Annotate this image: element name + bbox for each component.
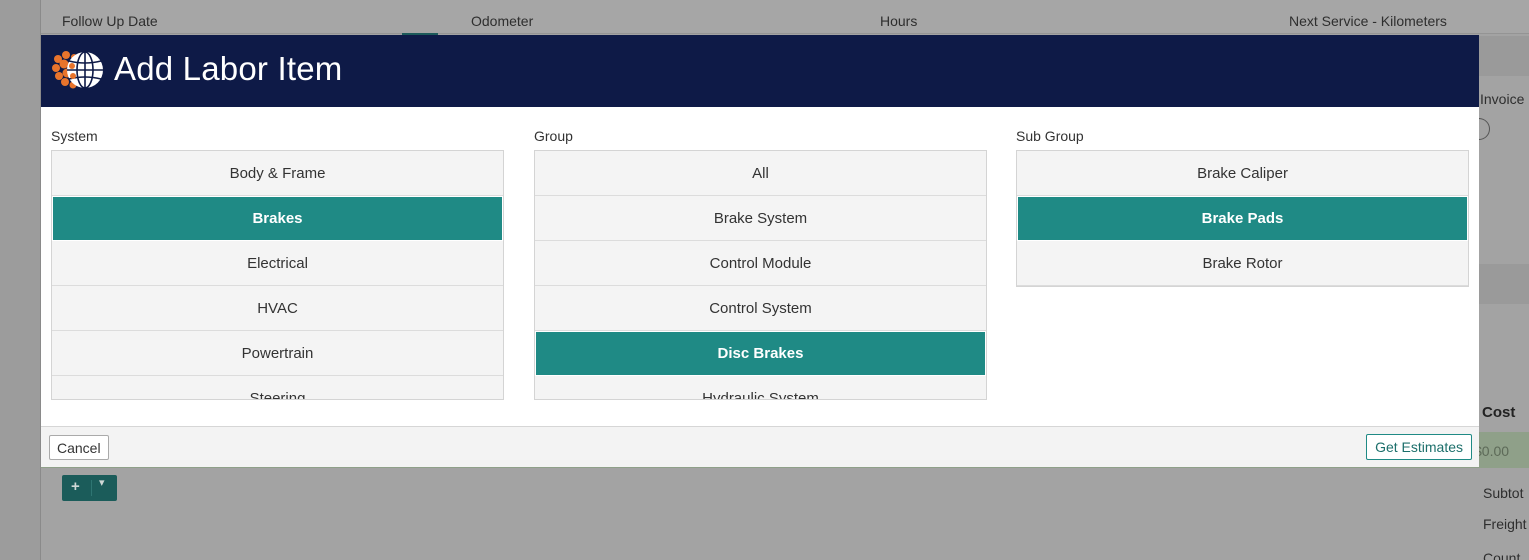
left-rail (0, 0, 41, 560)
system-item-brakes[interactable]: Brakes (52, 196, 503, 241)
column-odometer: Odometer (471, 13, 534, 29)
system-item-electrical[interactable]: Electrical (52, 241, 503, 286)
get-estimates-button[interactable]: Get Estimates (1366, 434, 1472, 460)
cost-header: Cost (1482, 404, 1516, 421)
system-item-powertrain[interactable]: Powertrain (52, 331, 503, 376)
invoice-label: Invoice (1480, 91, 1525, 107)
chevron-down-icon: ▾ (99, 477, 105, 489)
subgroup-item-brake-caliper[interactable]: Brake Caliper (1017, 151, 1468, 196)
group-item-hydraulic-system[interactable]: Hydraulic System (535, 376, 986, 399)
add-labor-item-modal: Add Labor Item System Body & Frame Brake… (41, 35, 1479, 467)
count-label: Count (1483, 550, 1521, 560)
group-item-control-system[interactable]: Control System (535, 286, 986, 331)
group-item-all[interactable]: All (535, 151, 986, 196)
background-strip (1478, 264, 1529, 304)
group-item-disc-brakes[interactable]: Disc Brakes (535, 331, 986, 376)
subgroup-item-brake-pads[interactable]: Brake Pads (1017, 196, 1468, 241)
plus-icon: + (71, 478, 80, 495)
column-next-service: Next Service - Kilometers (1289, 13, 1447, 29)
system-item-body-frame[interactable]: Body & Frame (52, 151, 503, 196)
brand-logo-icon (52, 51, 103, 89)
subgroup-list[interactable]: Brake Caliper Brake Pads Brake Rotor (1016, 150, 1469, 287)
background-strip (1478, 36, 1529, 76)
system-label: System (51, 128, 98, 144)
group-list[interactable]: All Brake System Control Module Control … (534, 150, 987, 400)
system-item-hvac[interactable]: HVAC (52, 286, 503, 331)
group-item-brake-system[interactable]: Brake System (535, 196, 986, 241)
modal-header: Add Labor Item (41, 35, 1479, 107)
background-header-row: Follow Up Date Odometer Hours Next Servi… (41, 0, 1529, 34)
add-item-button[interactable]: + ▾ (62, 475, 117, 501)
system-list[interactable]: Body & Frame Brakes Electrical HVAC Powe… (51, 150, 504, 400)
freight-label: Freight (1483, 516, 1527, 532)
modal-footer: Cancel Get Estimates (41, 426, 1479, 467)
cost-amount: $0.00 (1474, 443, 1510, 459)
group-label: Group (534, 128, 573, 144)
subtotal-label: Subtot (1483, 485, 1524, 501)
system-item-steering[interactable]: Steering (52, 376, 503, 399)
subgroup-label: Sub Group (1016, 128, 1084, 144)
group-item-control-module[interactable]: Control Module (535, 241, 986, 286)
subgroup-item-brake-rotor[interactable]: Brake Rotor (1017, 241, 1468, 286)
column-hours: Hours (880, 13, 918, 29)
modal-title: Add Labor Item (114, 50, 343, 87)
cancel-button[interactable]: Cancel (49, 435, 109, 460)
divider (91, 480, 92, 496)
column-follow-up-date: Follow Up Date (62, 13, 158, 29)
